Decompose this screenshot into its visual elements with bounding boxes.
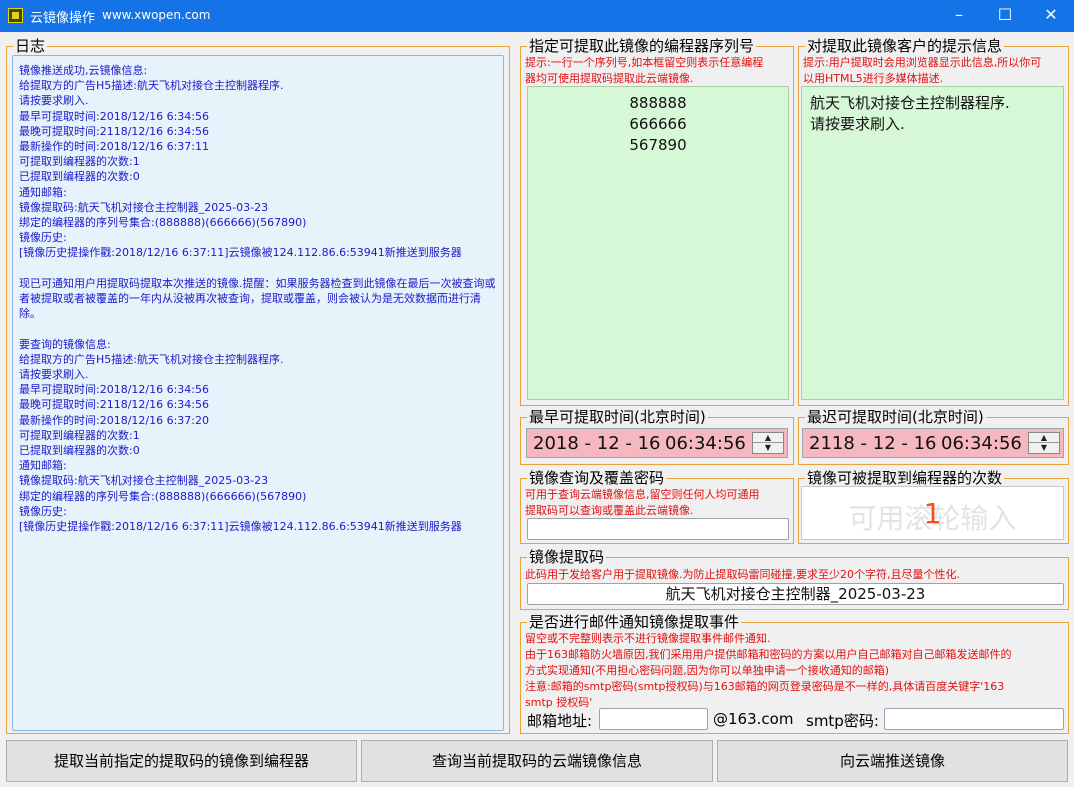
password-input[interactable]	[527, 518, 789, 540]
spin-up-icon[interactable]: ▲	[1029, 433, 1059, 443]
serial-item: 666666	[629, 115, 687, 133]
query-button[interactable]: 查询当前提取码的云端镜像信息	[361, 740, 713, 782]
code-hint: 此码用于发给客户用于提取镜像.为防止提取码雷同碰撞,要求至少20个字符,且尽量个…	[525, 568, 960, 581]
log-textarea[interactable]: 镜像推送成功,云镜像信息: 给提取方的广告H5描述:航天飞机对接仓主控制器程序.…	[12, 55, 504, 731]
minimize-icon[interactable]: –	[936, 0, 982, 32]
message-title: 对提取此镜像客户的提示信息	[805, 37, 1005, 55]
code-title: 镜像提取码	[527, 548, 607, 566]
smtp-password-input[interactable]	[884, 708, 1064, 730]
window-site: www.xwopen.com	[102, 8, 211, 22]
serial-item: 888888	[629, 94, 687, 112]
mail-hint-4: 注意:邮箱的smtp密码(smtp授权码)与163邮箱的网页登录密码是不一样的,…	[525, 680, 1005, 693]
mail-hint-3: 方式实现通知(不用担心密码问题,因为你可以单独申请一个接收通知的邮箱)	[525, 664, 890, 677]
smtp-label: smtp密码:	[806, 712, 879, 730]
earliest-title: 最早可提取时间(北京时间)	[527, 408, 708, 426]
earliest-spinner[interactable]: ▲ ▼	[752, 432, 784, 454]
latest-title: 最迟可提取时间(北京时间)	[805, 408, 986, 426]
spin-up-icon[interactable]: ▲	[753, 433, 783, 443]
latest-date: 2118 - 12 - 16	[809, 433, 937, 454]
window-title: 云镜像操作	[30, 11, 96, 26]
push-button[interactable]: 向云端推送镜像	[717, 740, 1068, 782]
count-input[interactable]: 可用滚轮输入 1	[801, 486, 1064, 540]
spin-down-icon[interactable]: ▼	[753, 443, 783, 453]
password-title: 镜像查询及覆盖密码	[527, 469, 667, 487]
extract-button[interactable]: 提取当前指定的提取码的镜像到编程器	[6, 740, 357, 782]
count-value: 1	[923, 497, 942, 530]
message-hint-2: 以用HTML5进行多媒体描述.	[803, 72, 944, 85]
serials-hint-1: 提示:一行一个序列号,如本框留空则表示任意编程	[525, 56, 764, 69]
latest-datetime-picker[interactable]: 2118 - 12 - 16 06:34:56 ▲ ▼	[802, 428, 1064, 458]
count-title: 镜像可被提取到编程器的次数	[805, 469, 1005, 487]
mail-hint-1: 留空或不完整则表示不进行镜像提取事件邮件通知.	[525, 632, 771, 645]
log-title: 日志	[13, 37, 48, 55]
latest-time: 06:34:56	[941, 433, 1022, 454]
serials-title: 指定可提取此镜像的编程器序列号	[527, 37, 757, 55]
serials-textarea[interactable]: 888888 666666 567890	[527, 86, 789, 400]
code-input[interactable]: 航天飞机对接仓主控制器_2025-03-23	[527, 583, 1064, 605]
password-hint-2: 提取码可以查询或覆盖此云端镜像.	[525, 504, 694, 517]
title-bar: 云镜像操作 www.xwopen.com – ☐ ✕	[0, 0, 1074, 32]
maximize-icon[interactable]: ☐	[982, 0, 1028, 32]
spin-down-icon[interactable]: ▼	[1029, 443, 1059, 453]
close-icon[interactable]: ✕	[1028, 0, 1074, 32]
mail-title: 是否进行邮件通知镜像提取事件	[527, 613, 742, 631]
earliest-datetime-picker[interactable]: 2018 - 12 - 16 06:34:56 ▲ ▼	[526, 428, 788, 458]
app-icon	[8, 8, 23, 23]
mail-hint-5: smtp 授权码'	[525, 696, 593, 709]
earliest-date: 2018 - 12 - 16	[533, 433, 661, 454]
mail-hint-2: 由于163邮箱防火墙原因,我们采用用户提供邮箱和密码的方案以用户自己邮箱对自己邮…	[525, 648, 1012, 661]
password-hint-1: 可用于查询云端镜像信息,留空则任何人均可通用	[525, 488, 760, 501]
earliest-time: 06:34:56	[665, 433, 746, 454]
serials-hint-2: 器均可使用提取码提取此云端镜像.	[525, 72, 694, 85]
mail-address-label: 邮箱地址:	[527, 712, 593, 730]
message-hint-1: 提示:用户提取时会用浏览器显示此信息,所以你可	[803, 56, 1042, 69]
mail-domain-label: @163.com	[713, 710, 794, 728]
mail-address-input[interactable]	[599, 708, 708, 730]
message-textarea[interactable]: 航天飞机对接仓主控制器程序. 请按要求刷入.	[801, 86, 1064, 400]
latest-spinner[interactable]: ▲ ▼	[1028, 432, 1060, 454]
serial-item: 567890	[629, 136, 687, 154]
